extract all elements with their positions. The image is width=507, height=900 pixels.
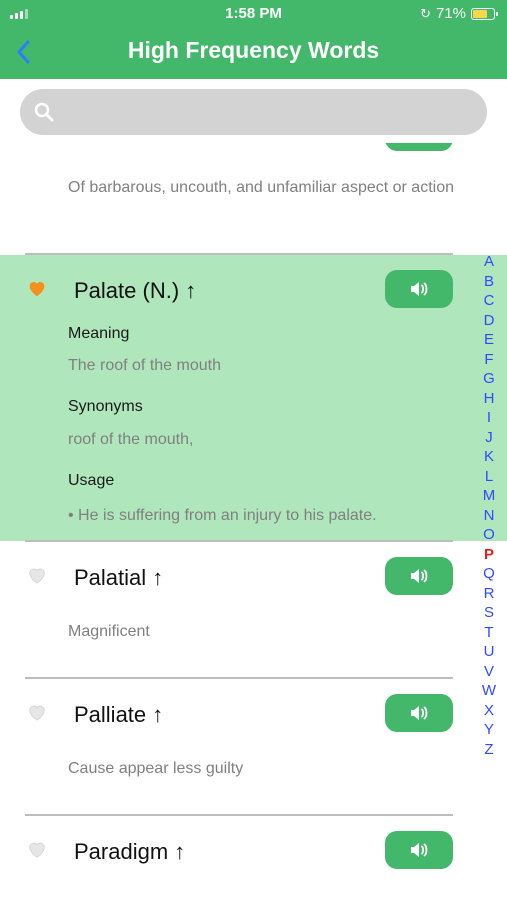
index-letter-a[interactable]: A xyxy=(484,252,494,272)
rotation-lock-icon: ↻ xyxy=(420,5,431,21)
list-item[interactable]: Palatial ↑ Magnificent xyxy=(0,542,507,677)
word-title: Paradigm ↑ xyxy=(74,839,186,864)
list-item[interactable]: Paradigm ↑ xyxy=(0,816,507,900)
index-letter-p[interactable]: P xyxy=(484,545,494,565)
list-item-expanded[interactable]: Palate (N.) ↑ Meaning The roof of the mo… xyxy=(0,255,507,541)
index-letter-x[interactable]: X xyxy=(484,701,494,721)
word-definition: Cause appear less guilty xyxy=(68,760,244,777)
speak-button[interactable] xyxy=(385,270,453,308)
heart-icon[interactable] xyxy=(26,564,48,586)
page-title: High Frequency Words xyxy=(127,37,380,63)
index-letter-v[interactable]: V xyxy=(484,662,494,682)
index-letter-o[interactable]: O xyxy=(483,525,495,545)
word-definition: Magnificent xyxy=(68,623,150,640)
speaker-icon xyxy=(411,569,428,583)
index-letter-y[interactable]: Y xyxy=(484,720,494,740)
speak-button[interactable] xyxy=(385,557,453,595)
index-letter-s[interactable]: S xyxy=(484,603,494,623)
meaning-label: Meaning xyxy=(68,325,130,342)
speak-button[interactable] xyxy=(385,694,453,732)
synonyms-label: Synonyms xyxy=(68,398,143,415)
search-input[interactable] xyxy=(20,89,487,135)
battery-percent: 71% xyxy=(435,5,466,22)
index-letter-e[interactable]: E xyxy=(484,330,494,350)
speaker-icon xyxy=(411,706,428,720)
list-item[interactable]: Of barbarous, uncouth, and unfamiliar as… xyxy=(0,143,507,253)
list-item[interactable]: Palliate ↑ Cause appear less guilty xyxy=(0,679,507,814)
index-letter-g[interactable]: G xyxy=(483,369,495,389)
word-title: Palate (N.) ↑ xyxy=(74,278,197,303)
word-list[interactable]: Of barbarous, uncouth, and unfamiliar as… xyxy=(0,143,507,900)
heart-icon[interactable] xyxy=(26,701,48,723)
alphabet-index[interactable]: ABCDEFGHIJKLMNOPQRSTUVWXYZ xyxy=(478,252,500,759)
app-header: 1:58 PM ↻ 71% High Frequency Words xyxy=(0,0,507,79)
usage-text: • He is suffering from an injury to his … xyxy=(68,507,377,524)
status-bar: 1:58 PM ↻ 71% xyxy=(0,0,507,28)
index-letter-k[interactable]: K xyxy=(484,447,494,467)
status-right: ↻ 71% xyxy=(420,5,498,22)
search-icon xyxy=(34,102,54,122)
meaning-text: The roof of the mouth xyxy=(68,357,221,374)
battery-icon xyxy=(471,7,498,20)
index-letter-m[interactable]: M xyxy=(483,486,496,506)
index-letter-h[interactable]: H xyxy=(484,389,495,409)
index-letter-i[interactable]: I xyxy=(487,408,491,428)
word-definition: Of barbarous, uncouth, and unfamiliar as… xyxy=(68,179,454,196)
index-letter-b[interactable]: B xyxy=(484,272,494,292)
speak-button[interactable] xyxy=(385,831,453,869)
heart-icon[interactable] xyxy=(26,277,48,299)
word-title: Palliate ↑ xyxy=(74,702,164,727)
index-letter-n[interactable]: N xyxy=(484,506,495,526)
index-letter-j[interactable]: J xyxy=(485,428,493,448)
word-title: Palatial ↑ xyxy=(74,565,164,590)
search-bar xyxy=(0,79,507,143)
synonyms-text: roof of the mouth, xyxy=(68,431,194,448)
index-letter-f[interactable]: F xyxy=(484,350,493,370)
index-letter-t[interactable]: T xyxy=(484,623,493,643)
speaker-icon xyxy=(411,843,428,857)
heart-icon[interactable] xyxy=(26,838,48,860)
index-letter-d[interactable]: D xyxy=(484,311,495,331)
usage-label: Usage xyxy=(68,472,115,489)
index-letter-w[interactable]: W xyxy=(482,681,496,701)
index-letter-u[interactable]: U xyxy=(484,642,495,662)
index-letter-z[interactable]: Z xyxy=(484,740,493,760)
index-letter-q[interactable]: Q xyxy=(483,564,495,584)
index-letter-l[interactable]: L xyxy=(485,467,493,487)
speak-button[interactable] xyxy=(385,143,453,151)
index-letter-r[interactable]: R xyxy=(484,584,495,604)
index-letter-c[interactable]: C xyxy=(484,291,495,311)
speaker-icon xyxy=(411,282,428,296)
